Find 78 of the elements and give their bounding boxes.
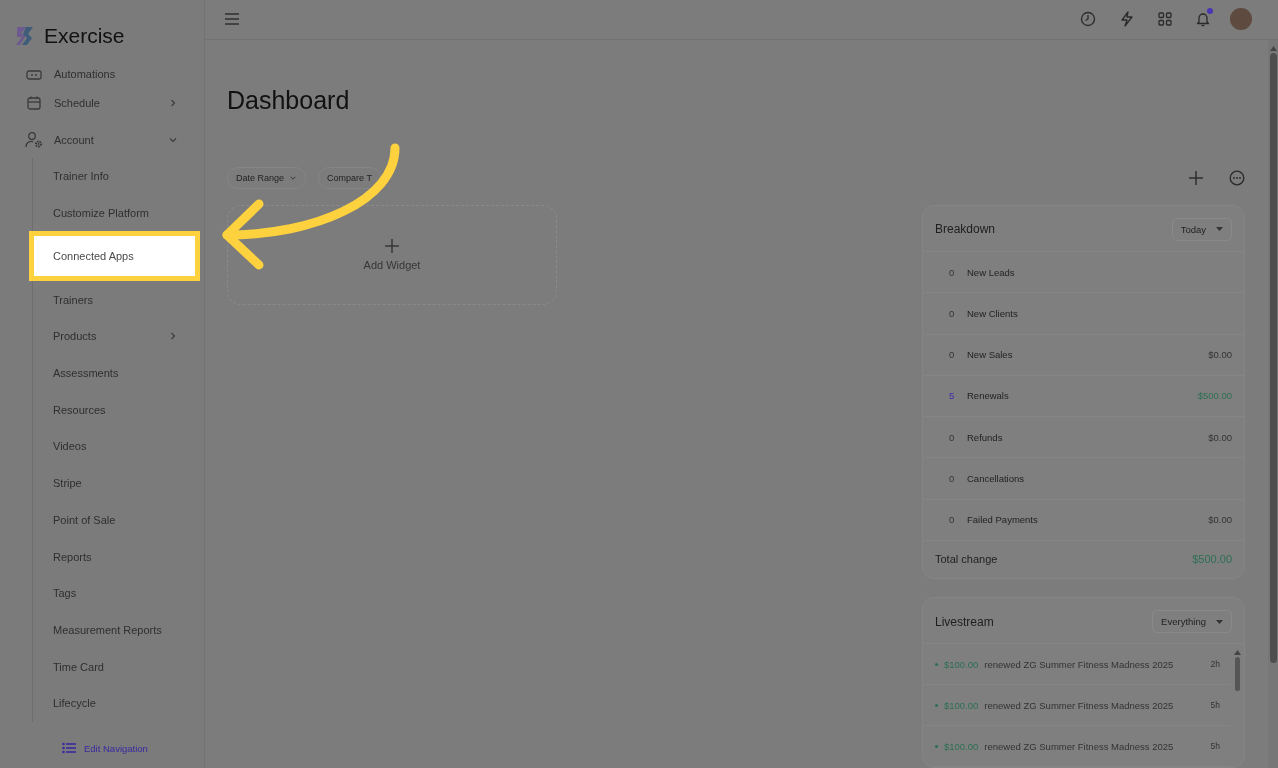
edit-navigation-link[interactable]: Edit Navigation [84,742,148,754]
sidebar-subitem[interactable]: Connected Apps [29,231,200,282]
sidebar-subitem[interactable]: Stripe [33,464,204,502]
row-count: 0 [949,307,956,319]
caret-icon [1216,619,1223,624]
card-title: Livestream [935,614,994,629]
plus-icon[interactable] [1189,170,1203,185]
row-amount: $0.00 [1208,431,1232,443]
activity-amount: $100.00 [944,740,979,752]
filter-dropdown[interactable]: Everything [1152,610,1232,633]
robot-icon [25,70,43,80]
more-icon[interactable] [1229,169,1245,186]
row-amount: $0.00 [1208,349,1232,361]
page-title: Dashboard [227,85,351,115]
caret-icon [1216,227,1223,232]
row-amount: $0.00 [1208,514,1232,526]
user-gear-icon [24,130,44,149]
plus-icon [385,238,399,253]
sidebar-subitem[interactable]: Reports [33,538,204,575]
activity-text: renewed ZG Summer Fitness Madness 2025 [984,740,1175,752]
status-dot [935,744,938,748]
notification-bell-icon[interactable] [1196,11,1210,28]
status-dot [935,662,938,666]
period-dropdown[interactable]: Today [1171,217,1232,241]
apps-grid-icon[interactable] [1158,12,1172,27]
activity-text: renewed ZG Summer Fitness Madness 2025 [984,658,1175,670]
row-count: 5 [949,390,956,402]
activity-time: 5h [1210,700,1220,710]
menu-icon[interactable] [225,13,239,26]
total-label: Total change [935,553,998,565]
status-dot [935,703,938,707]
activity-amount: $100.00 [944,699,979,711]
scroll-up-icon[interactable] [1233,650,1241,655]
sidebar-subitem[interactable]: Videos [33,428,204,465]
page-scrollbar[interactable] [1268,39,1278,768]
clock-icon[interactable] [1080,11,1096,28]
sidebar-subitem[interactable]: Trainer Info [33,158,204,195]
row-count: 0 [949,473,956,485]
sidebar-subitem[interactable]: Products [33,318,204,355]
sidebar-item[interactable]: Schedule [0,84,204,121]
card-title: Breakdown [935,222,996,237]
sidebar-subitem[interactable]: Lifecycle [33,684,204,722]
row-amount: $500.00 [1197,390,1232,402]
chevron-icon [168,97,178,108]
row-label: New Leads [967,266,1016,278]
row-count: 0 [949,349,956,361]
sidebar-item[interactable]: Account [0,121,204,158]
sidebar-subitem[interactable]: Point of Sale [33,501,204,539]
lightning-icon[interactable] [1120,11,1134,28]
sidebar-subitem[interactable]: Trainers [33,281,204,319]
row-label: Refunds [967,431,1004,443]
avatar[interactable] [1230,8,1252,31]
row-label: Renewals [967,390,1010,402]
row-count: 0 [949,266,956,278]
list-icon [62,742,76,754]
brand-name: Exercise [44,24,125,48]
add-widget-button[interactable]: Add Widget [227,204,557,305]
sidebar-item[interactable]: Automations [0,56,204,84]
sidebar-subitem[interactable]: Assessments [33,354,204,392]
row-label: Cancellations [967,473,1026,485]
activity-time: 5h [1210,741,1220,751]
total-amount: $500.00 [1192,553,1232,565]
sidebar-subitem[interactable]: Resources [33,391,204,429]
sidebar-subitem[interactable]: Customize Platform [33,194,204,232]
logo-icon [14,25,36,47]
row-count: 0 [949,431,956,443]
sidebar-subitem[interactable]: Measurement Reports [33,611,204,649]
row-label: New Sales [967,349,1014,361]
row-count: 0 [949,514,956,526]
calendar-icon [26,94,42,111]
activity-amount: $100.00 [944,658,979,670]
chevron-icon [168,331,178,342]
activity-time: 2h [1210,659,1220,669]
activity-text: renewed ZG Summer Fitness Madness 2025 [984,699,1175,711]
row-label: New Clients [967,307,1019,319]
row-label: Failed Payments [967,514,1039,526]
sidebar-subitem[interactable]: Tags [33,574,204,612]
sidebar-subitem[interactable]: Time Card [33,648,204,685]
